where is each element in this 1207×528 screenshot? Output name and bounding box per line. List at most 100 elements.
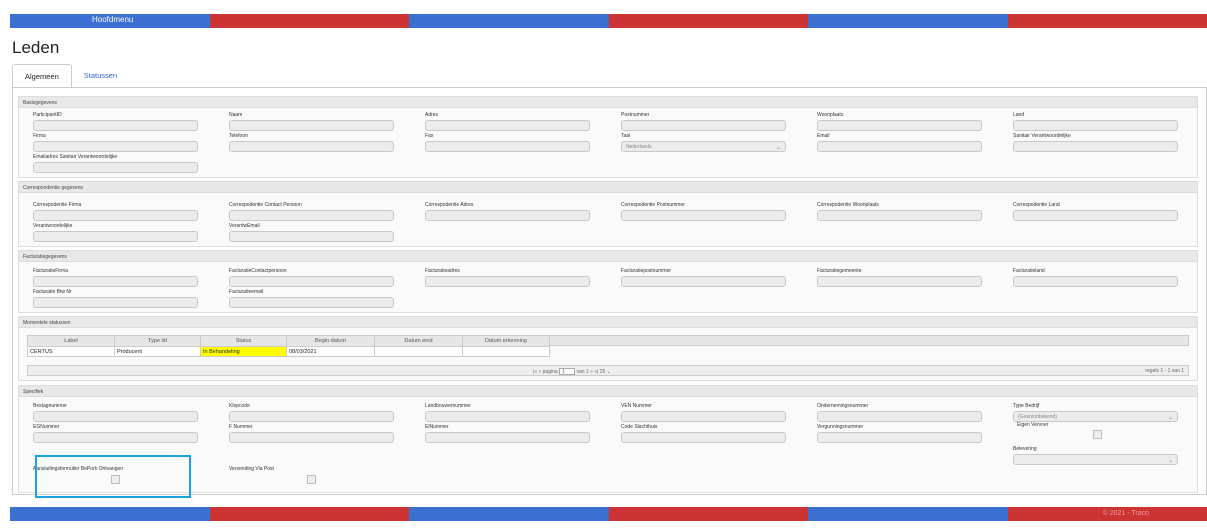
verzending-checkbox[interactable] [307,475,316,484]
fact-adres-input[interactable] [425,276,590,287]
landbouwernummer-input[interactable] [425,411,590,422]
field-label: Email [817,133,830,139]
type-bedrijf-select[interactable]: (Geen/onbekend) ⌄ [1013,411,1178,422]
code-slachthuis-input[interactable] [621,432,786,443]
field-label: Vergunningsnummer [817,424,864,430]
pager-records: regels 1 - 1 van 1 [1145,368,1184,374]
last-page-icon[interactable]: »| [594,369,598,375]
fact-btw-field: Facturatie Btw Nr [33,289,198,308]
menu-bar-segment [209,14,409,28]
field-label: Correspodentie Contact Persoon [229,202,302,208]
vergunningsnummer-input[interactable] [817,432,982,443]
fact-firma-input[interactable] [33,276,198,287]
field-label: Correspodentie Adres [425,202,474,208]
verantwoordelijke-input[interactable] [33,231,198,242]
section-header: Specifiek [19,386,1197,397]
elnummer-input[interactable] [425,432,590,443]
code-slachthuis-field: Code Slachthuis [621,424,786,443]
prev-page-icon[interactable]: « [538,369,541,375]
fact-contactpersoon-field: FacturatieContactpersoon [229,268,394,287]
corr-woonplaats-input[interactable] [817,210,982,221]
first-page-icon[interactable]: |« [533,369,537,375]
field-label: Facturatieland [1013,268,1045,274]
sanitair-field: Sanitair Verantwoordelijke [1013,133,1178,152]
page-size-select[interactable]: 25 [600,369,606,375]
woonplaats-input[interactable] [817,120,982,131]
chevron-down-icon: ⌄ [1167,458,1173,464]
section-facturatie: Facturatiegegevens FacturatieFirma Factu… [18,250,1198,313]
taal-select[interactable]: Nederlands ⌄ [621,141,786,152]
chevron-down-icon[interactable]: ⌄ [607,369,611,375]
land-input[interactable] [1013,120,1178,131]
vennummer-input[interactable] [621,411,786,422]
fact-land-input[interactable] [1013,276,1178,287]
corr-land-field: Correspodentie Land [1013,202,1178,221]
menu-bar-segment [808,14,1008,28]
field-label: Facturatiegemeente [817,268,862,274]
column-header[interactable]: Status [200,335,287,347]
firma-input[interactable] [33,141,198,152]
cell-type-lid: Producent [114,346,201,357]
fact-adres-field: Facturatieadres [425,268,590,287]
fact-email-field: Facturatieemail [229,289,394,308]
email-field: Email [817,133,982,152]
corr-contact-input[interactable] [229,210,394,221]
egnummer-input[interactable] [33,432,198,443]
field-label: Taal [621,133,631,139]
column-header[interactable]: Datum eind [374,335,463,347]
verant-email-input[interactable] [229,231,394,242]
fact-email-input[interactable] [229,297,394,308]
corr-firma-input[interactable] [33,210,198,221]
fact-gemeente-field: Facturatiegemeente [817,268,982,287]
klopcode-input[interactable] [229,411,394,422]
corr-adres-field: Correspodentie Adres [425,202,590,221]
naam-input[interactable] [229,120,394,131]
belevering-select[interactable]: ⌄ [1013,454,1178,465]
verant-email-field: VerantwEmail [229,223,394,242]
section-basisgegevens: Basisgegevens ParticipantID Naam Adres P… [18,96,1198,178]
cell-status: In Behandeling [200,346,287,357]
ondernemingsnummer-input[interactable] [817,411,982,422]
fact-btw-input[interactable] [33,297,198,308]
field-label: Naam [229,112,243,118]
corr-postnummer-field: Correspodentie Postnummer [621,202,786,221]
corr-land-input[interactable] [1013,210,1178,221]
fnummer-input[interactable] [229,432,394,443]
eigen-vervoer-checkbox[interactable] [1093,430,1102,439]
tab-algemeen[interactable]: Algemeen [12,64,72,88]
page-number-input[interactable]: 1 [559,368,576,375]
field-label: Correspodentie Postnummer [621,202,685,208]
field-label: Correspodentie Land [1013,202,1060,208]
column-header[interactable]: Datum erkenning [462,335,550,347]
fact-postnummer-field: Facturatiepostnummer [621,268,786,287]
main-menu-link[interactable]: Hoofdmenu [92,15,133,24]
tab-statussen[interactable]: Statussen [72,64,129,88]
fact-gemeente-input[interactable] [817,276,982,287]
telefoon-input[interactable] [229,141,394,152]
fnummer-field: F Nummer [229,424,394,443]
email-input[interactable] [817,141,982,152]
menu-bar-segment [608,14,808,28]
corr-adres-input[interactable] [425,210,590,221]
column-header[interactable]: Begin datum [286,335,375,347]
sanitair-input[interactable] [1013,141,1178,152]
column-header[interactable]: Label [27,335,115,347]
postnummer-input[interactable] [621,120,786,131]
page-title: Leden [12,38,60,57]
fact-contactpersoon-input[interactable] [229,276,394,287]
column-header[interactable]: Type lid [114,335,201,347]
corr-postnummer-input[interactable] [621,210,786,221]
emailadres-sanitair-input[interactable] [33,162,198,173]
fact-postnummer-input[interactable] [621,276,786,287]
field-label: Fax [425,133,434,139]
fact-land-field: Facturatieland [1013,268,1178,287]
participant-id-input[interactable] [33,120,198,131]
fax-input[interactable] [425,141,590,152]
ondernemingsnummer-field: Ondernemingsnummer [817,403,982,422]
field-label: Ondernemingsnummer [817,403,869,409]
footer-copyright: © 2021 - Traco [1102,510,1149,517]
bestagnummer-input[interactable] [33,411,198,422]
adres-input[interactable] [425,120,590,131]
next-page-icon[interactable]: » [590,369,593,375]
table-row[interactable]: CERTUS Producent In Behandeling 08/03/20… [27,346,550,357]
